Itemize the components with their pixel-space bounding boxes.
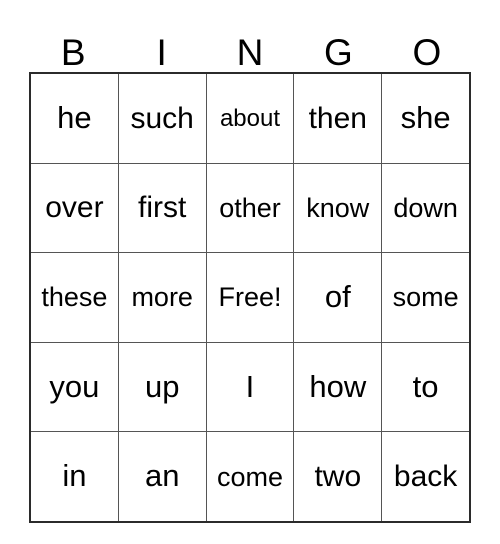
bingo-cell-b4[interactable]: you — [31, 343, 118, 432]
bingo-cell-label: back — [393, 459, 458, 493]
bingo-cell-b3[interactable]: these — [31, 253, 118, 342]
header-letter-i: I — [156, 32, 167, 73]
bingo-card: B I N G O he such about then she over first oth… — [29, 18, 471, 523]
bingo-cell-o3[interactable]: some — [381, 253, 469, 342]
bingo-cell-n1[interactable]: about — [205, 74, 294, 163]
bingo-cell-b2[interactable]: over — [31, 164, 118, 253]
bingo-cell-label: to — [412, 368, 439, 404]
bingo-cell-label: such — [130, 101, 194, 135]
bingo-cell-label: down — [393, 192, 458, 223]
bingo-cell-n4[interactable]: I — [205, 342, 294, 432]
bingo-cell-b1[interactable]: he — [31, 74, 118, 163]
bingo-cell-g1[interactable]: then — [293, 74, 381, 163]
bingo-cell-n5[interactable]: come — [205, 432, 294, 521]
bingo-cell-label: she — [400, 100, 451, 136]
bingo-row: he such about then she — [31, 74, 469, 163]
bingo-cell-label: Free! — [218, 282, 282, 313]
bingo-cell-b5[interactable]: in — [31, 432, 118, 521]
bingo-row: in an come two back — [31, 431, 469, 521]
bingo-cell-n2[interactable]: other — [205, 163, 294, 253]
bingo-cell-label: these — [41, 282, 108, 313]
bingo-free-cell[interactable]: Free! — [205, 253, 294, 342]
bingo-cell-label: then — [308, 101, 367, 135]
bingo-cell-label: more — [131, 282, 193, 313]
bingo-cell-label: over — [45, 191, 104, 225]
bingo-cell-label: some — [392, 282, 459, 313]
bingo-cell-label: he — [57, 100, 92, 136]
bingo-cell-label: I — [245, 368, 255, 404]
bingo-cell-i4[interactable]: up — [117, 342, 206, 432]
bingo-cell-o4[interactable]: to — [381, 342, 469, 432]
bingo-cell-i3[interactable]: more — [117, 253, 206, 342]
bingo-cell-g3[interactable]: of — [293, 253, 381, 342]
bingo-cell-o5[interactable]: back — [381, 432, 469, 521]
bingo-cell-label: you — [49, 368, 100, 404]
header-letter-g: G — [324, 32, 353, 73]
bingo-row: you up Ihow to — [31, 341, 469, 432]
bingo-cell-g5[interactable]: two — [293, 432, 381, 521]
header-letter-b: B — [60, 32, 86, 73]
bingo-row: these more Free! of some — [31, 252, 469, 342]
bingo-cell-label: two — [314, 459, 362, 493]
bingo-cell-i5[interactable]: an — [117, 432, 206, 521]
bingo-cell-label: an — [144, 458, 180, 494]
bingo-grid: he such about then she over first other know down… — [29, 72, 471, 523]
bingo-cell-i2[interactable]: first — [117, 163, 206, 253]
bingo-cell-label: about — [219, 104, 281, 132]
bingo-cell-label: how — [309, 368, 367, 404]
bingo-header: B I N G O — [29, 18, 471, 72]
bingo-cell-label: of — [324, 279, 351, 315]
bingo-cell-g2[interactable]: know — [293, 163, 381, 253]
header-letter-n: N — [236, 32, 264, 73]
bingo-cell-label: in — [62, 458, 87, 494]
bingo-row: over first other know down — [31, 162, 469, 253]
bingo-cell-label: know — [306, 192, 370, 223]
bingo-cell-label: first — [138, 191, 187, 225]
bingo-cell-g4[interactable]: how — [293, 342, 381, 432]
bingo-cell-o2[interactable]: down — [381, 163, 469, 253]
bingo-cell-o1[interactable]: she — [381, 74, 469, 163]
header-letter-o: O — [412, 32, 442, 73]
bingo-cell-i1[interactable]: such — [117, 74, 206, 163]
bingo-cell-label: come — [216, 461, 283, 492]
bingo-cell-label: other — [219, 192, 281, 223]
bingo-cell-label: up — [144, 368, 180, 404]
